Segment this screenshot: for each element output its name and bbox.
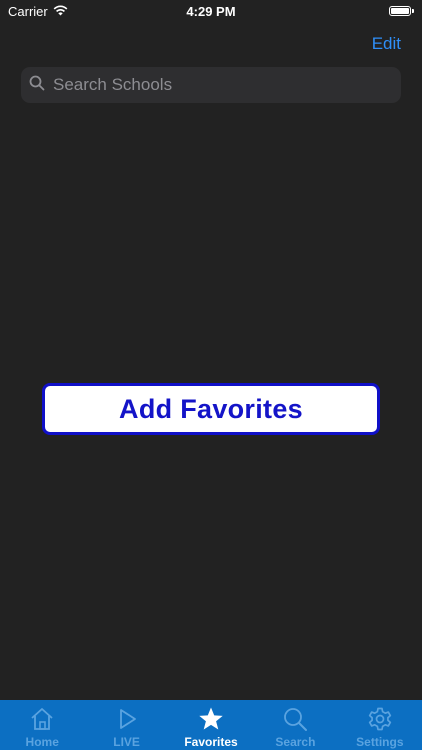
tab-label-settings: Settings: [356, 735, 404, 749]
battery-icon: [389, 6, 411, 16]
search-icon: [29, 75, 45, 96]
search-icon: [282, 706, 308, 732]
tab-live[interactable]: LIVE: [84, 700, 168, 750]
status-time: 4:29 PM: [186, 3, 236, 19]
search-input[interactable]: [51, 74, 385, 96]
tab-search[interactable]: Search: [253, 700, 337, 750]
tab-label-search: Search: [275, 735, 316, 749]
home-icon: [29, 706, 55, 732]
status-bar: Carrier 4:29 PM: [0, 0, 422, 22]
add-favorites-button[interactable]: Add Favorites: [42, 383, 380, 435]
gear-icon: [367, 706, 393, 732]
tab-favorites[interactable]: Favorites: [169, 700, 253, 750]
tab-label-favorites: Favorites: [184, 735, 238, 749]
navigation-bar: Edit: [0, 22, 422, 64]
search-bar[interactable]: [21, 67, 401, 103]
edit-button[interactable]: Edit: [372, 34, 401, 54]
tab-label-live: LIVE: [113, 735, 140, 749]
tab-bar: Home LIVE Favorites Search Settings: [0, 700, 422, 750]
play-icon: [114, 706, 140, 732]
tab-settings[interactable]: Settings: [338, 700, 422, 750]
tab-home[interactable]: Home: [0, 700, 84, 750]
tab-label-home: Home: [25, 735, 59, 749]
star-icon: [198, 706, 224, 732]
